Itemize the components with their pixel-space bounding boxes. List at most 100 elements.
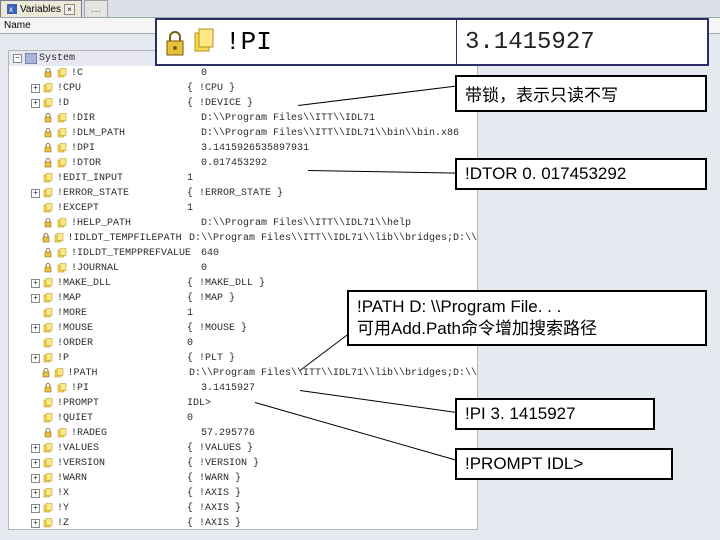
variable-icon <box>43 323 54 334</box>
variable-row[interactable]: + !Y{ !AXIS } <box>9 501 477 516</box>
variable-icon <box>193 27 221 57</box>
expand-icon[interactable]: + <box>31 294 40 303</box>
variable-value: { !ERROR_STATE } <box>187 188 477 199</box>
tab-bar: x Variables × … <box>0 0 720 18</box>
variable-value: { !PLT } <box>187 353 477 364</box>
expand-icon[interactable]: + <box>31 279 40 288</box>
variable-row[interactable]: +!VERSION{ !VERSION } <box>9 456 477 471</box>
variable-row[interactable]: +!WARN{ !WARN } <box>9 471 477 486</box>
variable-row[interactable]: !HELP_PATHD:\\Program Files\\ITT\\IDL71\… <box>9 216 477 231</box>
expand-icon[interactable]: + <box>31 474 40 483</box>
selected-variable-name: !PI <box>225 27 272 57</box>
variable-name: !PI <box>71 383 201 394</box>
expand-icon[interactable]: + <box>31 504 40 513</box>
variable-icon <box>57 68 68 79</box>
variable-row[interactable]: !DTOR0.017453292 <box>9 156 477 171</box>
variable-row[interactable]: !EDIT_INPUT1 <box>9 171 477 186</box>
variable-row[interactable]: !IDLDT_TEMPFILEPATHD:\\Program Files\\IT… <box>9 231 477 246</box>
variable-value: 3.1415926535897931 <box>201 143 477 154</box>
variable-value: { !AXIS } <box>187 488 477 499</box>
variable-value: D:\\Program Files\\ITT\\IDL71\\help <box>201 218 477 229</box>
column-header-name: Name <box>4 20 31 31</box>
variable-icon <box>57 143 68 154</box>
variable-row[interactable]: +!MAKE_DLL{ !MAKE_DLL } <box>9 276 477 291</box>
variable-row[interactable]: !DIRD:\\Program Files\\ITT\\IDL71 <box>9 111 477 126</box>
variable-value: 1 <box>187 173 477 184</box>
variable-icon <box>43 503 54 514</box>
folder-sys-icon <box>25 53 37 64</box>
expand-icon[interactable]: + <box>31 354 40 363</box>
collapse-icon[interactable]: − <box>13 54 22 63</box>
variable-row[interactable]: +!CPU{ !CPU } <box>9 81 477 96</box>
variable-icon <box>57 248 68 259</box>
variable-row[interactable]: + !D{ !DEVICE } <box>9 96 477 111</box>
variable-row[interactable]: + !X{ !AXIS } <box>9 486 477 501</box>
tab-close-button[interactable]: × <box>64 4 75 15</box>
variable-row[interactable]: +!P{ !PLT } <box>9 351 477 366</box>
variable-name: !QUIET <box>57 413 187 424</box>
variable-row[interactable]: !EXCEPT1 <box>9 201 477 216</box>
variable-name: !PATH <box>68 368 189 379</box>
expand-icon[interactable]: + <box>31 84 40 93</box>
variable-name: !MAP <box>57 293 187 304</box>
expand-icon[interactable]: + <box>31 519 40 528</box>
variable-icon <box>57 113 68 124</box>
variable-row[interactable]: !PI3.1415927 <box>9 381 477 396</box>
variable-name: !CPU <box>57 83 187 94</box>
variable-name: !RADEG <box>71 428 201 439</box>
variable-icon <box>43 353 54 364</box>
variable-row[interactable]: !JOURNAL0 <box>9 261 477 276</box>
variable-row[interactable]: !RADEG57.295776 <box>9 426 477 441</box>
lock-icon <box>43 143 54 154</box>
lock-icon <box>41 233 51 244</box>
variable-icon <box>43 173 54 184</box>
variable-name: !JOURNAL <box>71 263 201 274</box>
variable-name: !X <box>57 488 187 499</box>
variable-row[interactable]: !IDLDT_TEMPPREFVALUE640 <box>9 246 477 261</box>
tab-variables[interactable]: x Variables × <box>0 0 82 17</box>
expand-icon[interactable]: + <box>31 324 40 333</box>
expand-icon[interactable]: + <box>31 489 40 498</box>
variable-row[interactable]: +!ERROR_STATE{ !ERROR_STATE } <box>9 186 477 201</box>
variable-name: !WARN <box>57 473 187 484</box>
variable-value: { !AXIS } <box>187 503 477 514</box>
variable-icon <box>57 263 68 274</box>
expand-icon[interactable]: + <box>31 459 40 468</box>
lock-icon <box>43 218 54 229</box>
variable-icon <box>54 368 64 379</box>
expand-icon[interactable]: + <box>31 189 40 198</box>
variable-row[interactable]: !QUIET0 <box>9 411 477 426</box>
tab-secondary[interactable]: … <box>84 0 108 17</box>
lock-icon <box>43 158 54 169</box>
variable-value: 1 <box>187 203 477 214</box>
variable-value: D:\\Program Files\\ITT\\IDL71 <box>201 113 477 124</box>
variable-value: { !DEVICE } <box>187 98 477 109</box>
variable-row[interactable]: +!VALUES{ !VALUES } <box>9 441 477 456</box>
variable-icon <box>43 83 54 94</box>
variable-row[interactable]: !DPI3.1415926535897931 <box>9 141 477 156</box>
variable-icon <box>57 158 68 169</box>
variable-row[interactable]: !PROMPTIDL> <box>9 396 477 411</box>
variable-row[interactable]: !DLM_PATHD:\\Program Files\\ITT\\IDL71\\… <box>9 126 477 141</box>
variable-value: IDL> <box>187 398 477 409</box>
variable-icon <box>43 293 54 304</box>
variable-row[interactable]: !C0 <box>9 66 477 81</box>
variable-name: !DTOR <box>71 158 201 169</box>
lock-icon <box>161 27 189 57</box>
variable-row[interactable]: !PATHD:\\Program Files\\ITT\\IDL71\\lib\… <box>9 366 477 381</box>
variable-value: D:\\Program Files\\ITT\\IDL71\\lib\\brid… <box>189 368 477 379</box>
variable-name: !D <box>57 98 187 109</box>
expand-icon[interactable]: + <box>31 444 40 453</box>
variable-icon <box>54 233 64 244</box>
variable-row[interactable]: +!Z{ !AXIS } <box>9 516 477 530</box>
tab-label: Variables <box>20 4 61 15</box>
variable-name: !EDIT_INPUT <box>57 173 187 184</box>
lock-icon <box>43 248 54 259</box>
variable-value: 0 <box>201 263 477 274</box>
expand-icon[interactable]: + <box>31 99 40 108</box>
callout-prompt: !PROMPT IDL> <box>455 448 673 480</box>
variable-name: !Y <box>57 503 187 514</box>
variable-icon <box>43 443 54 454</box>
variable-value: D:\\Program Files\\ITT\\IDL71\\lib\\brid… <box>189 233 477 244</box>
variable-name: !PROMPT <box>57 398 187 409</box>
